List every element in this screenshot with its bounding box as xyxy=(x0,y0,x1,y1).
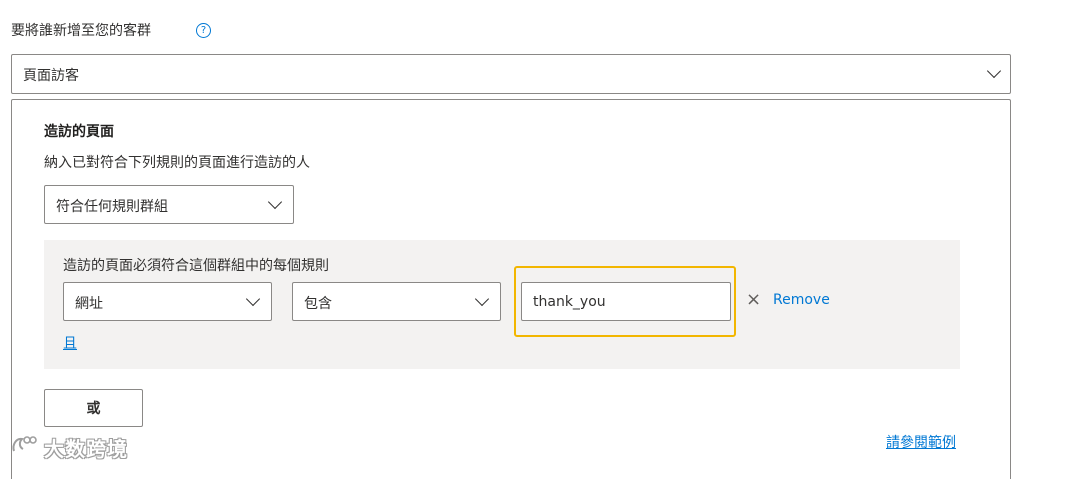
add-or-group-button[interactable]: 或 xyxy=(44,389,143,427)
rule-operator-value: 包含 xyxy=(304,296,332,312)
see-examples-link[interactable]: 請參閱範例 xyxy=(886,432,956,452)
rule-value-input[interactable] xyxy=(521,282,731,321)
watermark-logo-icon xyxy=(12,436,37,452)
rule-operator-dropdown[interactable]: 包含 xyxy=(292,282,501,321)
audience-type-value: 頁面訪客 xyxy=(23,68,79,84)
rule-group-title: 造訪的頁面必須符合這個群組中的每個規則 xyxy=(63,258,329,274)
rule-field-dropdown[interactable]: 網址 xyxy=(63,282,272,321)
section-title: 造訪的頁面 xyxy=(44,124,114,140)
chevron-down-icon xyxy=(986,63,1002,79)
chevron-down-icon xyxy=(267,194,283,210)
close-icon[interactable]: × xyxy=(746,289,761,311)
chevron-down-icon xyxy=(245,291,261,307)
watermark-text: 大数跨境 xyxy=(44,437,128,461)
question-circle-icon[interactable]: ? xyxy=(196,23,211,38)
remove-rule-button[interactable]: Remove xyxy=(773,292,830,308)
match-mode-value: 符合任何規則群組 xyxy=(56,199,168,215)
add-and-rule-link[interactable]: 且 xyxy=(63,333,77,353)
match-mode-dropdown[interactable]: 符合任何規則群組 xyxy=(44,185,294,224)
audience-question-label: 要將誰新增至您的客群 xyxy=(11,23,151,39)
chevron-down-icon xyxy=(474,291,490,307)
audience-type-dropdown[interactable]: 頁面訪客 xyxy=(11,54,1011,94)
section-description: 納入已對符合下列規則的頁面進行造訪的人 xyxy=(44,155,310,171)
rule-field-value: 網址 xyxy=(75,296,103,312)
